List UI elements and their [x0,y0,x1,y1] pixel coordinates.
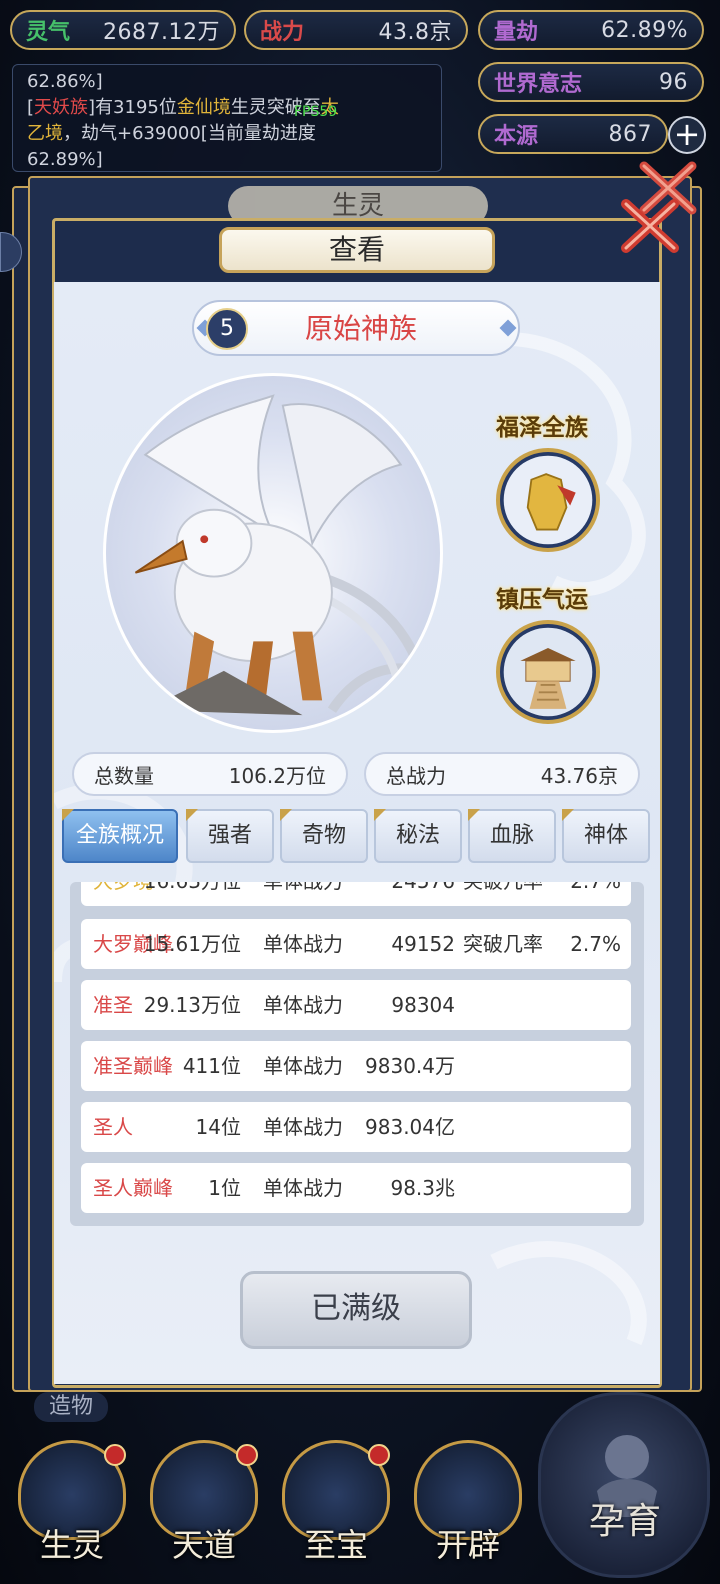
shijie-yizhi-label: 世界意志 [494,72,583,97]
total-count: 总数量 106.2万位 [72,752,348,796]
log-race: 天妖族 [34,97,89,118]
liangjie-label: 量劫 [494,20,539,45]
nav-zhibao[interactable]: 至宝 [272,1440,400,1584]
nav-label: 至宝 [303,1526,368,1564]
nav-label: 天道 [171,1526,236,1564]
unit-power: 9830.4万 [365,1054,455,1078]
benyuan-value: 867 [608,121,652,147]
buff-title: 镇压气运 [496,587,588,613]
nav-kaipi[interactable]: 开辟 [404,1440,532,1584]
plus-icon: + [673,115,701,153]
dialog-title: 查看 [219,227,495,273]
nav-tiandao[interactable]: 天道 [140,1440,268,1584]
zhanli-value: 43.8京 [378,20,452,45]
log-line: 乙境，劫气+639000[当前量劫进度 [27,121,427,147]
palace-icon[interactable] [496,620,600,724]
benyuan-label: 本源 [494,124,539,149]
log-bracket: ] [88,97,96,118]
total-power-label: 总战力 [386,763,446,788]
log-text: ，劫气+639000[当前量劫进度 [63,123,316,144]
shijie-yizhi-stat[interactable]: 世界意志 96 [478,62,704,102]
zhanli-stat[interactable]: 战力 43.8京 [244,10,468,50]
log-line: [天妖族]有3195位金仙境生灵突破至太 [27,95,427,121]
nurture-figure-icon [597,1435,657,1517]
zhanli-label: 战力 [260,20,305,45]
realm-table[interactable]: 大罗境 16.63万位 单体战力 24576 突破几率 2.7% 大罗巅峰 15… [70,882,644,1226]
benyuan-stat[interactable]: 本源 867 [478,114,668,154]
unit-power: 98.3兆 [390,1176,455,1200]
liangjie-value: 62.89% [601,17,688,43]
log-text: 有3195位 [95,97,177,118]
total-power-value: 43.76京 [540,763,618,788]
log-line: 62.86%] [27,71,103,92]
creation-button[interactable]: 造物 [34,1392,108,1422]
tab-treasure[interactable]: 奇物 [280,809,368,863]
table-row: 准圣巅峰 411位 单体战力 9830.4万 [81,1041,631,1091]
nurture-button[interactable] [538,1392,710,1578]
lingqi-label: 灵气 [26,20,71,45]
max-level-button[interactable]: 已满级 [240,1271,472,1349]
liangjie-stat[interactable]: 量劫 62.89% [478,10,704,50]
lingqi-stat[interactable]: 灵气 2687.12万 [10,10,236,50]
log-realm-from: 金仙境 [176,97,231,118]
fps-counter: FPS59 [294,104,338,120]
nav-label: 开辟 [435,1526,500,1564]
unit-power: 98304 [391,993,455,1017]
tab-overview[interactable]: 全族概况 [62,809,178,863]
white-bird-beast-icon [134,394,428,716]
total-count-label: 总数量 [94,763,154,788]
nurture-label: 孕育 [588,1501,661,1542]
tab-divine-body[interactable]: 神体 [562,809,650,863]
total-power: 总战力 43.76京 [364,752,640,796]
table-row: 大罗境 16.63万位 单体战力 24576 突破几率 2.7% [81,882,631,906]
break-rate: 2.7% [570,932,621,956]
golden-armor-icon[interactable] [496,448,600,552]
break-rate: 2.7% [81,882,621,906]
table-row: 圣人巅峰 1位 单体战力 98.3兆 [81,1163,631,1213]
tab-secret-arts[interactable]: 秘法 [374,809,462,863]
log-realm-to: 乙境 [27,123,63,144]
notification-dot [236,1444,258,1466]
shijie-yizhi-value: 96 [659,69,688,95]
nav-label: 生灵 [39,1526,104,1564]
lingqi-value: 2687.12万 [103,20,220,45]
close-icon[interactable] [618,194,682,258]
nav-shengling[interactable]: 生灵 [8,1440,136,1584]
buff-title: 福泽全族 [496,415,588,441]
race-name: 原始神族 [304,312,417,345]
table-row: 大罗巅峰 15.61万位 单体战力 49152 突破几率 2.7% [81,919,631,969]
log-line: 62.89%] [27,149,103,170]
notification-dot [104,1444,126,1466]
unit-power: 983.04亿 [365,1115,455,1139]
total-count-value: 106.2万位 [228,763,326,788]
notification-dot [368,1444,390,1466]
table-row: 圣人 14位 单体战力 983.04亿 [81,1102,631,1152]
creature-portrait [103,373,443,733]
log-bracket: [ [27,97,35,118]
tab-bloodline[interactable]: 血脉 [468,809,556,863]
tab-strong[interactable]: 强者 [186,809,274,863]
table-row: 准圣 29.13万位 单体战力 98304 [81,980,631,1030]
add-benyuan-button[interactable]: + [668,116,706,154]
event-log: 62.86%] [天妖族]有3195位金仙境生灵突破至太 乙境，劫气+63900… [12,64,442,172]
race-level-badge: 5 [206,308,248,350]
